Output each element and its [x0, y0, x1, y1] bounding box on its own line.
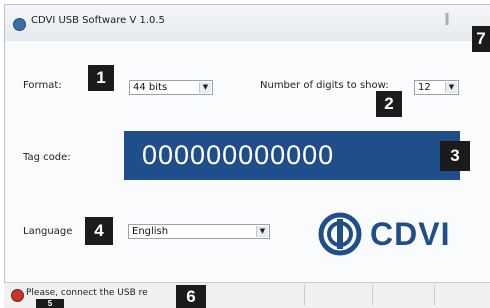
window-button-icon[interactable]: ║: [438, 13, 456, 27]
status-divider: [304, 285, 305, 305]
status-text: Please, connect the USB re: [26, 288, 148, 298]
window-title: CDVI USB Software V 1.0.5: [31, 15, 165, 26]
language-select[interactable]: English ▼: [128, 224, 270, 239]
app-icon: [13, 18, 26, 31]
callout-badge-1: 1: [88, 65, 114, 91]
chevron-down-icon[interactable]: ▼: [199, 82, 211, 93]
chevron-down-icon[interactable]: ▼: [256, 226, 268, 237]
logo-text: CDVI: [370, 216, 451, 252]
digits-value: 12: [418, 82, 431, 93]
callout-badge-3: 3: [440, 141, 470, 171]
callout-badge-7: 7: [472, 26, 490, 52]
cdvi-logo: CDVI: [318, 212, 478, 256]
callout-badge-6: 6: [176, 285, 206, 308]
cdvi-logo-icon: [318, 212, 362, 256]
title-bar: CDVI USB Software V 1.0.5 ║: [5, 5, 490, 41]
callout-badge-4: 4: [85, 217, 113, 245]
format-select[interactable]: 44 bits ▼: [129, 80, 213, 95]
tag-code-label: Tag code:: [23, 152, 71, 163]
format-value: 44 bits: [133, 82, 168, 93]
callout-badge-5: 5: [36, 299, 64, 308]
status-bar: Please, connect the USB re: [4, 282, 490, 308]
status-divider: [434, 285, 435, 305]
chevron-down-icon[interactable]: ▼: [445, 82, 457, 93]
digits-select[interactable]: 12 ▼: [414, 80, 459, 95]
format-label: Format:: [23, 80, 62, 91]
tag-code-display: 000000000000: [124, 131, 460, 180]
callout-badge-2: 2: [376, 91, 402, 117]
language-value: English: [132, 226, 169, 237]
disconnected-icon: [11, 289, 24, 302]
digits-label: Number of digits to show:: [260, 80, 389, 91]
language-label: Language: [23, 226, 73, 237]
status-divider: [372, 285, 373, 305]
